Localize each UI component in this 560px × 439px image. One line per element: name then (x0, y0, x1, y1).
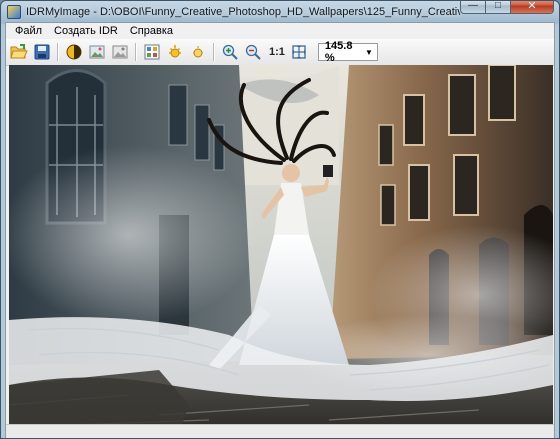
zoom-out-button[interactable] (242, 42, 263, 63)
brightness-up-icon (168, 45, 181, 58)
menu-file[interactable]: Файл (9, 23, 48, 39)
gallery-icon (144, 44, 159, 60)
toolbar: 1:1 145.8 % ▼ (6, 39, 554, 66)
client-area: Файл Создать IDR Справка 1:1 145.8 % ▼ (5, 22, 555, 438)
status-bar (6, 424, 554, 438)
caption-buttons: — □ ✕ (460, 0, 554, 14)
close-icon: ✕ (527, 0, 537, 12)
app-window: IDRMyImage - D:\OBOI\Funny_Creative_Phot… (0, 0, 560, 439)
zoom-in-button[interactable] (219, 42, 240, 63)
zoom-dropdown[interactable]: 145.8 % ▼ (317, 40, 378, 64)
menu-bar: Файл Создать IDR Справка (6, 23, 554, 39)
gallery-button[interactable] (141, 42, 162, 63)
app-icon (7, 4, 21, 19)
image-canvas[interactable] (9, 65, 553, 434)
open-button[interactable] (8, 42, 29, 63)
menu-create-idr[interactable]: Создать IDR (48, 23, 124, 39)
brightness-down-button[interactable] (187, 42, 208, 63)
actual-size-button[interactable]: 1:1 (269, 46, 285, 58)
maximize-button[interactable]: □ (486, 0, 511, 14)
image-icon (89, 45, 104, 59)
photo-image (9, 65, 553, 434)
toolbar-separator (57, 43, 59, 61)
image-alt-button[interactable] (109, 42, 130, 63)
menu-help[interactable]: Справка (124, 23, 179, 39)
maximize-icon: □ (494, 0, 502, 11)
zoom-in-icon (222, 44, 238, 60)
window-title: IDRMyImage - D:\OBOI\Funny_Creative_Phot… (26, 5, 460, 18)
close-button[interactable]: ✕ (511, 0, 554, 14)
image-alt-icon (112, 45, 127, 59)
fit-to-window-icon (292, 45, 307, 59)
fit-to-window-button[interactable] (289, 42, 310, 63)
chevron-down-icon: ▼ (364, 47, 373, 57)
zoom-value: 145.8 % (324, 40, 353, 64)
toolbar-separator (135, 43, 137, 61)
minimize-icon: — (468, 0, 478, 11)
contrast-icon (66, 44, 81, 60)
brightness-up-button[interactable] (164, 42, 185, 63)
title-bar[interactable]: IDRMyImage - D:\OBOI\Funny_Creative_Phot… (1, 1, 559, 22)
toolbar-separator (213, 43, 215, 61)
minimize-button[interactable]: — (460, 0, 486, 14)
open-folder-icon (9, 44, 28, 59)
image-button[interactable] (86, 42, 107, 63)
save-icon (34, 44, 49, 60)
contrast-button[interactable] (63, 42, 84, 63)
zoom-out-icon (245, 44, 261, 60)
save-button[interactable] (31, 42, 52, 63)
brightness-down-icon (192, 46, 203, 58)
